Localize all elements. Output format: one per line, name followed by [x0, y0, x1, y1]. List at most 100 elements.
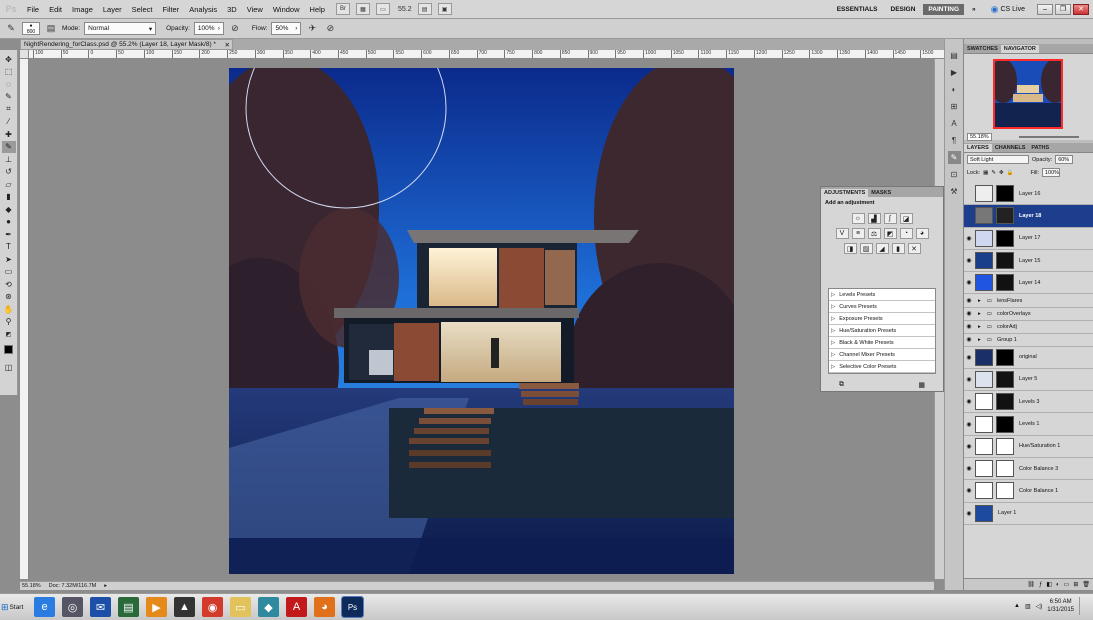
expand-group-icon[interactable]: ▸ — [978, 311, 981, 317]
restore-button[interactable]: ❐ — [1055, 3, 1071, 15]
vlc-icon[interactable]: ▶ — [146, 597, 167, 617]
crop-tool-icon[interactable]: ⌗ — [2, 103, 16, 116]
view-extras-icon[interactable]: ▭ — [375, 3, 390, 15]
zoom-level-readout[interactable]: 55.2 — [398, 6, 412, 13]
layer-thumbnail[interactable] — [975, 274, 993, 292]
layer-row[interactable]: ◉ ▸ ▭ colorAdj — [964, 320, 1093, 334]
layer-thumbnail[interactable] — [975, 393, 993, 411]
brightness-contrast-icon[interactable]: ☼ — [851, 213, 865, 224]
menu-layer[interactable]: Layer — [98, 5, 127, 14]
exposure-icon[interactable]: ◪ — [899, 213, 913, 224]
3d-rotate-tool-icon[interactable]: ⟲ — [2, 278, 16, 291]
menu-image[interactable]: Image — [67, 5, 98, 14]
layer-thumbnail[interactable] — [975, 348, 993, 366]
visibility-eye-icon[interactable]: ◉ — [964, 510, 974, 517]
layer-mask-thumbnail[interactable] — [996, 415, 1014, 433]
expand-group-icon[interactable]: ▸ — [978, 298, 981, 304]
firefox-icon[interactable]: ◕ — [314, 597, 335, 617]
layer-row[interactable]: Layer 18 — [964, 205, 1093, 228]
layer-mask-thumbnail[interactable] — [996, 393, 1014, 411]
layer-row[interactable]: ◉ Layer 5 — [964, 368, 1093, 392]
gradient-tool-icon[interactable]: ▮ — [2, 191, 16, 204]
layer-thumbnail[interactable] — [975, 504, 993, 522]
clone-stamp-tool-icon[interactable]: ⊥ — [2, 153, 16, 166]
visibility-eye-icon[interactable]: ◉ — [964, 465, 974, 472]
delete-layer-icon[interactable]: 🗑 — [1082, 581, 1090, 588]
color-balance-icon[interactable]: ⚖ — [867, 228, 881, 239]
dodge-tool-icon[interactable]: ● — [2, 216, 16, 229]
3d-orbit-tool-icon[interactable]: ⊛ — [2, 291, 16, 304]
curves-icon[interactable]: ∫ — [883, 213, 897, 224]
new-group-icon[interactable]: ▭ — [1064, 581, 1070, 588]
preset-item[interactable]: ▷ Curves Presets — [829, 301, 935, 313]
zoom-tool-icon[interactable]: ⚲ — [2, 316, 16, 329]
photoshop-icon[interactable]: Ps — [341, 596, 364, 618]
start-button[interactable]: ⊞ Start — [1, 597, 27, 617]
black-white-icon[interactable]: ◩ — [883, 228, 897, 239]
layer-style-icon[interactable]: ƒ — [1039, 582, 1042, 588]
double-chevron-right-icon[interactable]: » — [967, 4, 981, 15]
fill-field[interactable]: 100% — [1042, 168, 1060, 177]
lock-all-icon[interactable]: 🔒 — [1007, 170, 1014, 176]
ruler-origin[interactable] — [20, 50, 29, 59]
document-image[interactable] — [229, 68, 734, 574]
layer-row[interactable]: ◉ Hue/Saturation 1 — [964, 435, 1093, 458]
visibility-eye-icon[interactable]: ◉ — [964, 235, 974, 242]
menu-filter[interactable]: Filter — [158, 5, 185, 14]
blend-mode-select[interactable]: Soft Light — [967, 155, 1029, 164]
layer-thumbnail[interactable] — [975, 482, 993, 500]
threshold-icon[interactable]: ◢ — [875, 243, 889, 254]
hue-saturation-icon[interactable]: ≡ — [851, 228, 865, 239]
vibrance-icon[interactable]: V — [835, 228, 849, 239]
navigator-zoom-field[interactable]: 55.18% — [967, 133, 992, 141]
layer-opacity-field[interactable]: 60% — [1055, 155, 1074, 164]
healing-brush-tool-icon[interactable]: ✚ — [2, 128, 16, 141]
visibility-eye-icon[interactable]: ◉ — [964, 354, 974, 361]
menu-file[interactable]: File — [22, 5, 44, 14]
layer-mask-thumbnail[interactable] — [996, 460, 1014, 478]
mail-icon[interactable]: ✉ — [90, 597, 111, 617]
eyedropper-tool-icon[interactable]: ⁄ — [2, 116, 16, 129]
brush-tool-icon[interactable]: ✎ — [1, 140, 16, 153]
navigator-thumbnail[interactable] — [993, 59, 1063, 129]
explorer-icon[interactable]: ▭ — [230, 597, 251, 617]
tab-adjustments[interactable]: ADJUSTMENTS — [821, 189, 869, 197]
visibility-eye-icon[interactable]: ◉ — [964, 310, 974, 317]
layer-thumbnail[interactable] — [975, 415, 993, 433]
invert-icon[interactable]: ◨ — [843, 243, 857, 254]
sketchup-icon[interactable]: ◆ — [258, 597, 279, 617]
clip-layer-icon[interactable]: ⧉ — [839, 381, 844, 389]
lock-image-icon[interactable]: ✎ — [991, 170, 996, 176]
foreground-color-swatch[interactable] — [4, 344, 13, 354]
tab-swatches[interactable]: SWATCHES — [964, 45, 1001, 53]
vertical-ruler[interactable] — [20, 59, 29, 579]
preset-item[interactable]: ▷ Selective Color Presets — [829, 361, 935, 373]
chevron-right-icon[interactable]: ▸ — [104, 583, 107, 589]
shape-tool-icon[interactable]: ▭ — [2, 266, 16, 279]
visibility-eye-icon[interactable]: ◉ — [964, 336, 974, 343]
preset-item[interactable]: ▷ Exposure Presets — [829, 313, 935, 325]
posterize-icon[interactable]: ▨ — [859, 243, 873, 254]
visibility-eye-icon[interactable]: ◉ — [964, 323, 974, 330]
layer-row[interactable]: ◉ original — [964, 346, 1093, 369]
expand-group-icon[interactable]: ▸ — [978, 324, 981, 330]
menu-help[interactable]: Help — [305, 5, 330, 14]
adjustments-dock-icon[interactable]: ◐ — [948, 83, 961, 96]
menu-window[interactable]: Window — [268, 5, 305, 14]
layer-thumbnail[interactable] — [975, 207, 993, 225]
layer-thumbnail[interactable] — [975, 252, 993, 270]
visibility-eye-icon[interactable]: ◉ — [964, 257, 974, 264]
visibility-eye-icon[interactable]: ◉ — [964, 376, 974, 383]
history-icon[interactable]: ▤ — [948, 49, 961, 62]
visibility-eye-icon[interactable]: ◉ — [964, 398, 974, 405]
layer-row[interactable]: ◉ Layer 14 — [964, 272, 1093, 295]
expand-group-icon[interactable]: ▸ — [978, 337, 981, 343]
horizontal-ruler[interactable]: 100 50 0 50 100 150 200 250 300 350 400 450 500 550 60… — [29, 50, 944, 59]
mode-select[interactable]: Normal ▾ — [84, 22, 157, 35]
acrobat-icon[interactable]: A — [286, 597, 307, 617]
workspace-essentials[interactable]: ESSENTIALS — [832, 4, 883, 15]
menu-analysis[interactable]: Analysis — [184, 5, 222, 14]
default-colors-icon[interactable]: ◩ — [2, 328, 16, 341]
layer-mask-thumbnail[interactable] — [996, 437, 1014, 455]
cs-live-button[interactable]: ◉ CS Live — [991, 4, 1025, 15]
